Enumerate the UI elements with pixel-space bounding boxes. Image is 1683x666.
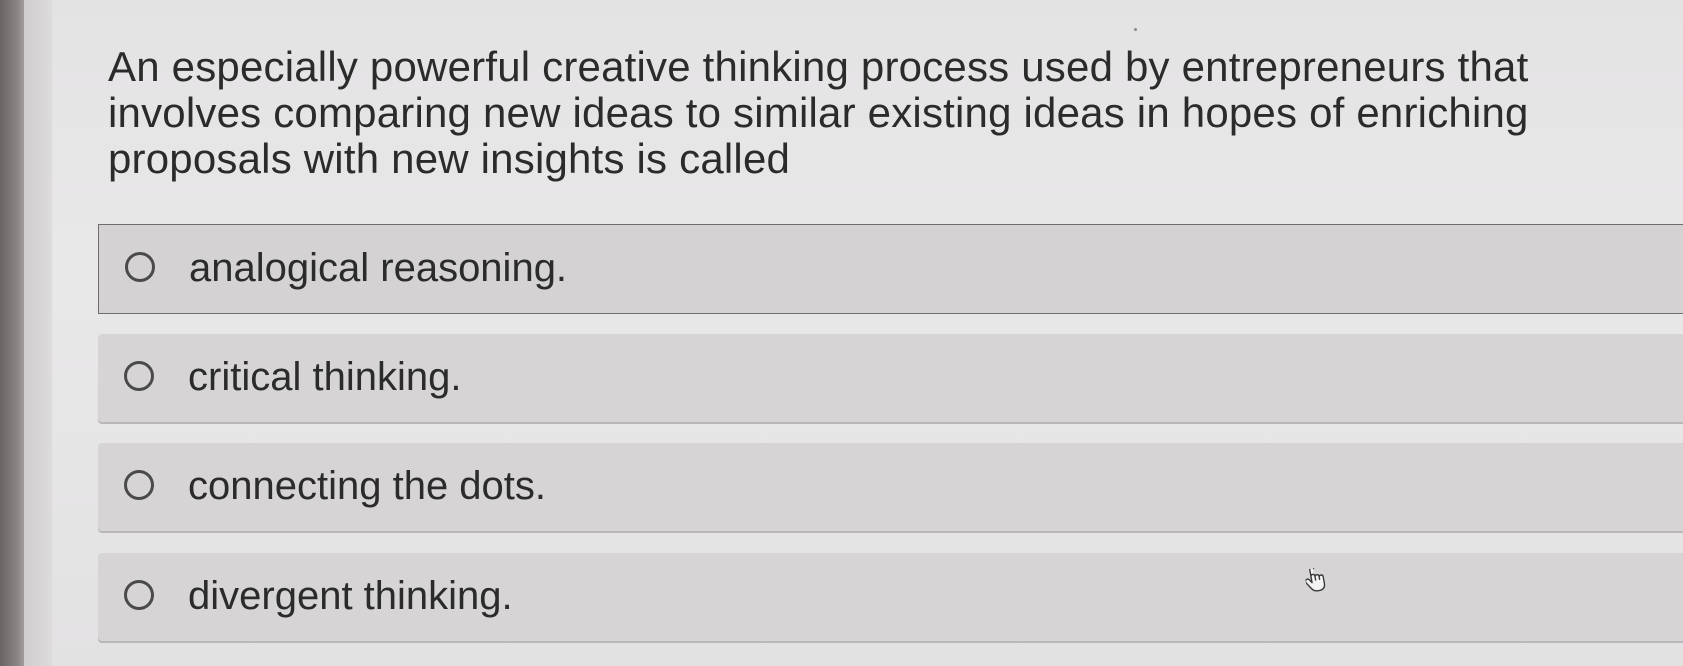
answer-option-2[interactable]: critical thinking.: [98, 334, 1683, 422]
left-margin: [24, 0, 52, 666]
answer-option-label: connecting the dots.: [188, 464, 547, 508]
answer-option-label: analogical reasoning.: [189, 246, 568, 290]
screen-bezel: [0, 0, 24, 666]
question-text: An especially powerful creative thinking…: [108, 43, 1529, 182]
answer-option-label: divergent thinking.: [188, 574, 513, 618]
radio-button-icon[interactable]: [124, 361, 154, 391]
screen-speck: [1134, 28, 1137, 31]
answer-option-3[interactable]: connecting the dots.: [98, 443, 1683, 531]
radio-button-icon[interactable]: [124, 470, 154, 500]
answer-option-4[interactable]: divergent thinking.: [98, 553, 1683, 641]
answer-option-1[interactable]: analogical reasoning.: [98, 224, 1683, 314]
answer-option-label: critical thinking.: [188, 355, 462, 399]
radio-button-icon[interactable]: [124, 580, 154, 610]
radio-button-icon[interactable]: [125, 252, 155, 282]
